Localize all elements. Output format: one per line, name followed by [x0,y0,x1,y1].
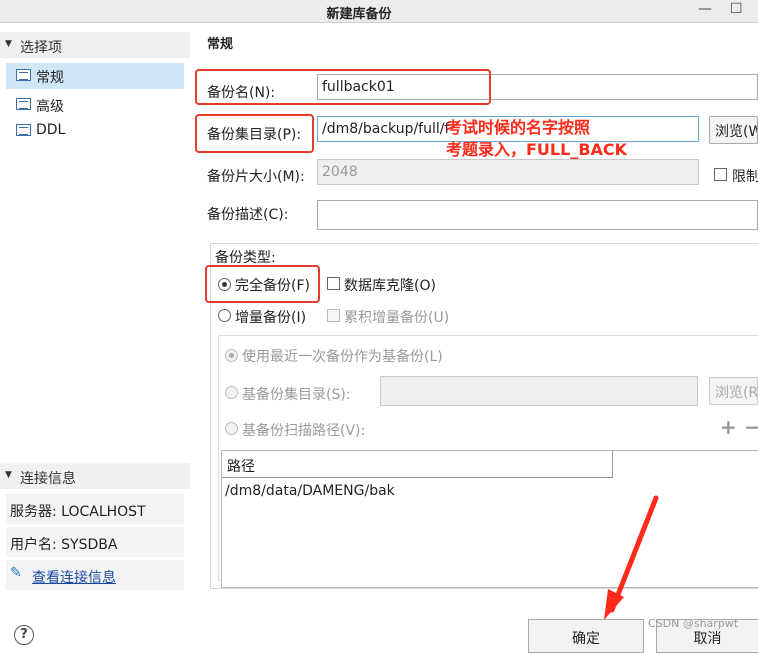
limit-label: 限制 [732,169,758,185]
description-input[interactable] [317,200,758,230]
options-section-label: 选择项 [20,40,62,56]
piece-size-label: 备份片大小(M): [207,169,305,185]
remove-path-button[interactable]: − [744,415,758,439]
base-dir-label: 基备份集目录(S): [242,387,351,403]
cumulative-checkbox[interactable] [327,309,340,322]
use-recent-label: 使用最近一次备份作为基备份(L) [242,349,443,365]
connection-section-header[interactable]: ▼ 连接信息 [0,463,190,489]
collapse-triangle-icon: ▼ [5,470,12,480]
maximize-button[interactable]: ☐ [730,1,743,17]
highlight-box-name [195,69,491,105]
list-icon [16,98,31,110]
highlight-box-dir [195,114,314,153]
user-info: 用户名: SYSDBA [6,527,184,557]
connection-icon: ✎ [10,565,22,581]
title-bar: 新建库备份 — ☐ [0,0,758,23]
collapse-triangle-icon: ▼ [5,39,12,49]
incremental-backup-radio[interactable] [218,309,231,322]
sidebar-item-label: 常规 [36,70,64,86]
path-column-label: 路径 [227,459,255,475]
piece-size-input[interactable]: 2048 [317,159,699,185]
list-icon [16,124,31,136]
user-text: 用户名: SYSDBA [10,537,118,553]
scan-path-label: 基备份扫描路径(V): [242,423,366,439]
incremental-backup-label: 增量备份(I) [235,310,307,326]
section-title: 常规 [207,37,234,52]
minimize-button[interactable]: — [698,1,712,17]
description-label: 备份描述(C): [207,207,289,223]
sidebar-item-advanced[interactable]: 高级 [6,92,184,118]
annotation-line1: 考试时候的名字按照 [446,118,591,137]
clone-checkbox[interactable] [327,277,340,290]
sidebar-item-general[interactable]: 常规 [6,63,184,89]
use-recent-radio[interactable] [225,349,238,362]
view-connection-link[interactable]: 查看连接信息 [32,567,116,587]
browse-button[interactable]: 浏览(W [709,116,758,144]
sidebar-item-label: 高级 [36,99,64,115]
sidebar: ▼ 选择项 常规 高级 DDL ▼ 连接信息 服务器: LOCALHOST 用户… [0,23,193,642]
limit-checkbox[interactable] [714,168,727,181]
path-column-header[interactable]: 路径 [222,451,613,478]
clone-label: 数据库克隆(O) [344,278,436,294]
table-row[interactable]: /dm8/data/DAMENG/bak [225,483,395,499]
sidebar-item-label: DDL [36,122,66,138]
browse-base-button[interactable]: 浏览(R [709,377,758,405]
connection-section-label: 连接信息 [20,471,76,487]
cumulative-label: 累积增量备份(U) [344,310,450,326]
base-dir-radio[interactable] [225,386,238,399]
ok-button[interactable]: 确定 [528,619,644,653]
view-connection-row[interactable]: ✎ 查看连接信息 [6,560,184,590]
backup-type-label: 备份类型: [213,247,278,267]
window-title: 新建库备份 [326,7,392,22]
path-table: 路径 /dm8/data/DAMENG/bak [221,450,758,588]
options-section-header[interactable]: ▼ 选择项 [0,32,190,58]
help-icon[interactable]: ? [14,625,34,645]
red-arrow-icon [604,495,659,620]
sidebar-item-ddl[interactable]: DDL [6,118,184,144]
server-text: 服务器: LOCALHOST [10,504,146,520]
list-icon [16,69,31,81]
watermark-text: CSDN @sharpwt [648,617,739,630]
highlight-box-full [205,265,320,303]
scan-path-radio[interactable] [225,422,238,435]
annotation-line2: 考题录入，FULL_BACK [446,140,628,159]
server-info: 服务器: LOCALHOST [6,494,184,524]
add-path-button[interactable]: + [720,415,737,439]
base-dir-input[interactable] [380,376,698,406]
